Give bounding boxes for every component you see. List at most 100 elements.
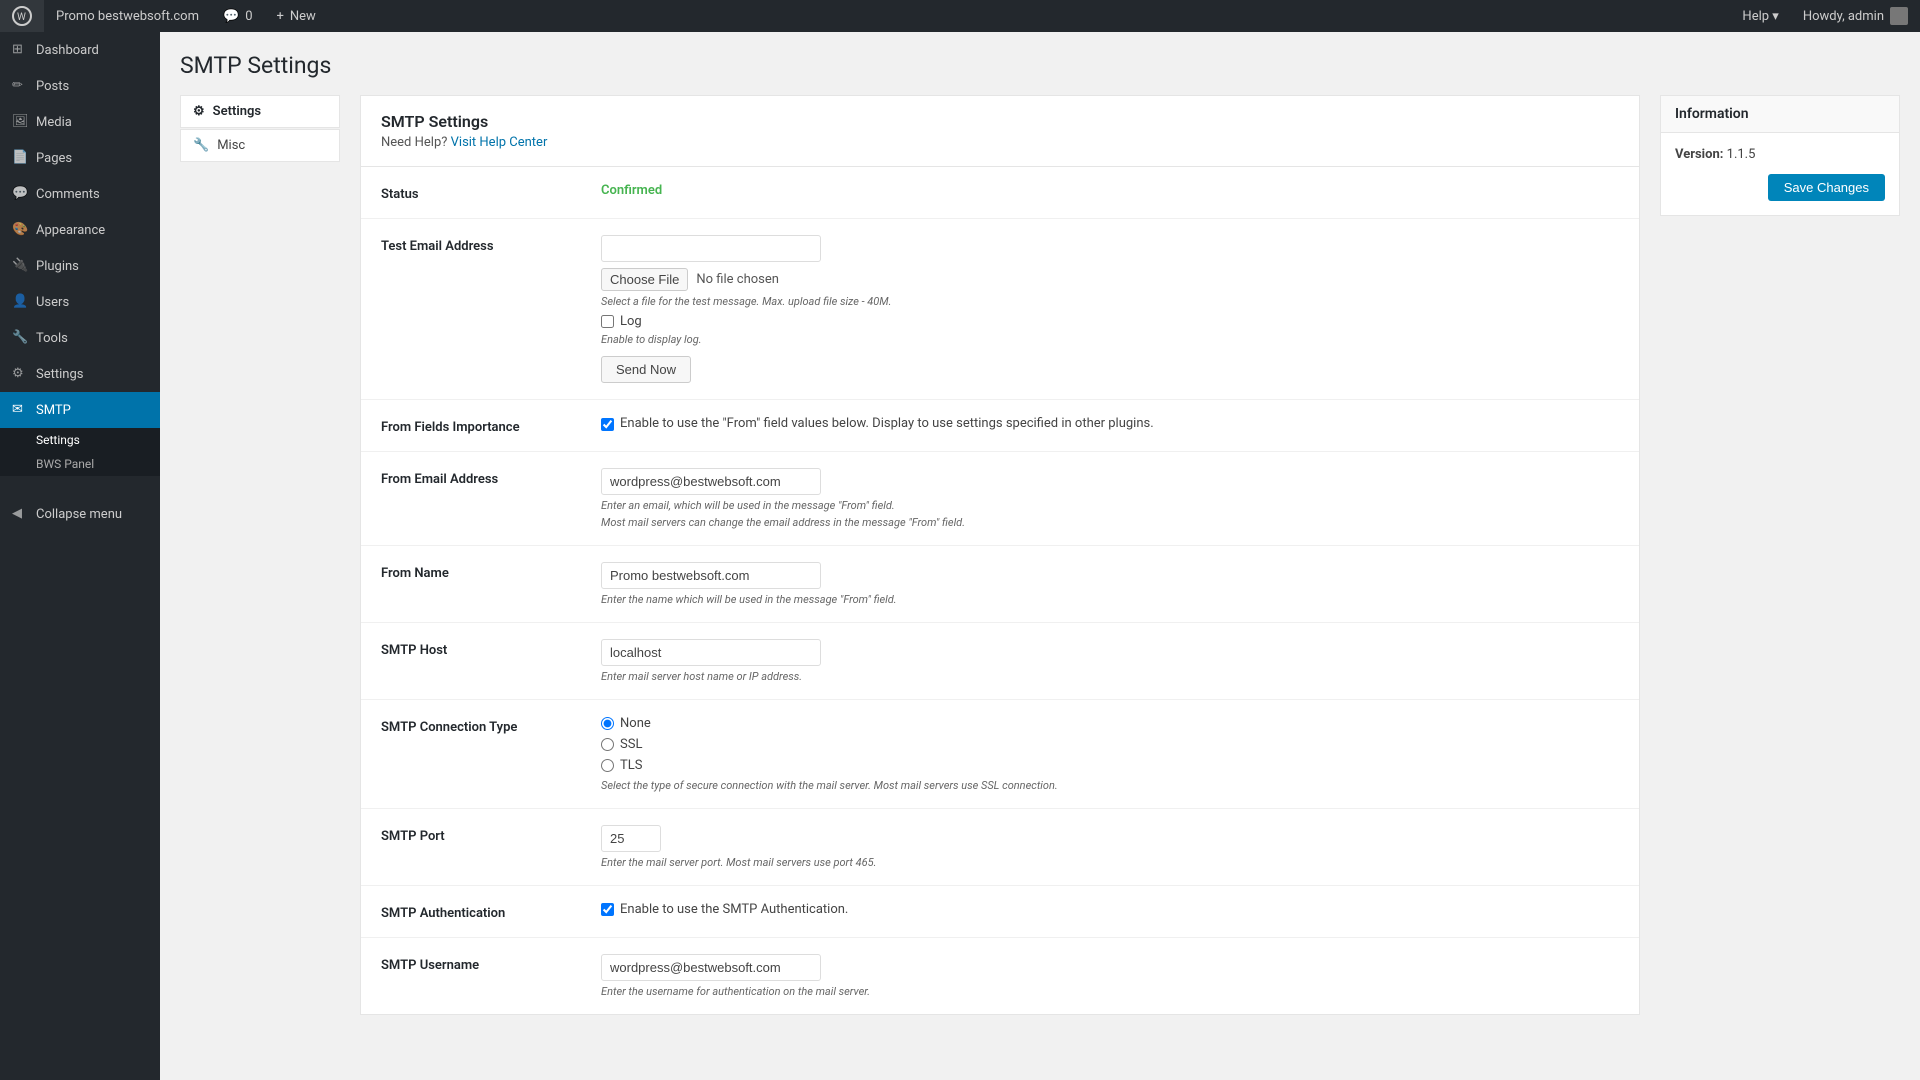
sidebar-item-plugins[interactable]: 🔌 Plugins [0,248,160,284]
wp-logo-bar-item[interactable]: W [0,0,44,32]
version-label: Version: [1675,147,1723,162]
from-email-input[interactable] [601,468,821,495]
sub-navigation: ⚙ Settings 🔧 Misc [180,95,340,163]
save-changes-button[interactable]: Save Changes [1768,174,1885,201]
smtp-auth-hint: Enable to use the SMTP Authentication. [620,902,848,917]
sidebar-sub-settings[interactable]: Settings [0,428,160,452]
smtp-port-hint: Enter the mail server port. Most mail se… [601,856,1619,869]
radio-ssl: SSL [601,737,1619,752]
log-checkbox[interactable] [601,315,614,328]
log-row: Log [601,314,1619,329]
main-panel: SMTP Settings Need Help? Visit Help Cent… [360,95,1640,1015]
smtp-icon: ✉ [12,402,28,418]
smtp-host-input[interactable] [601,639,821,666]
test-email-input[interactable] [601,235,821,262]
send-now-button[interactable]: Send Now [601,356,691,383]
sidebar-item-dashboard[interactable]: ⊞ Dashboard [0,32,160,68]
dashboard-icon: ⊞ [12,42,28,58]
smtp-connection-type-field: None SSL TLS [601,716,1619,792]
site-name: Promo bestwebsoft.com [56,9,199,24]
test-email-row: Test Email Address Choose File No file c… [361,219,1639,400]
status-label: Status [381,183,601,202]
info-card-body: Version: 1.1.5 Save Changes [1661,133,1899,215]
smtp-host-field: Enter mail server host name or IP addres… [601,639,1619,683]
sidebar-label-dashboard: Dashboard [36,43,99,58]
collapse-menu-item[interactable]: ◀ Collapse menu [0,496,160,532]
status-field: Confirmed [601,183,1619,198]
log-label: Log [620,314,642,329]
visit-help-center-link[interactable]: Visit Help Center [451,135,548,150]
site-name-bar-item[interactable]: Promo bestwebsoft.com [44,0,211,32]
smtp-port-label: SMTP Port [381,825,601,844]
smtp-auth-row: SMTP Authentication Enable to use the SM… [361,886,1639,938]
help-label: Help ▾ [1742,9,1778,24]
users-icon: 👤 [12,294,28,310]
sidebar-item-media[interactable]: 🖼 Media [0,104,160,140]
from-fields-checkbox[interactable] [601,418,614,431]
svg-text:W: W [17,12,26,23]
sidebar-label-appearance: Appearance [36,223,105,238]
smtp-auth-checkbox[interactable] [601,903,614,916]
need-help-text: Need Help? Visit Help Center [381,135,1619,150]
smtp-port-field: Enter the mail server port. Most mail se… [601,825,1619,869]
card-header: SMTP Settings Need Help? Visit Help Cent… [361,96,1639,167]
comments-count: 0 [245,9,252,24]
plugins-icon: 🔌 [12,258,28,274]
plus-icon: + [277,9,284,24]
from-email-hint2: Most mail servers can change the email a… [601,516,1619,529]
sidebar-item-users[interactable]: 👤 Users [0,284,160,320]
from-email-label: From Email Address [381,468,601,487]
radio-ssl-input[interactable] [601,738,614,751]
new-bar-item[interactable]: + New [265,0,328,32]
from-fields-hint: Enable to use the "From" field values be… [620,416,1154,431]
sidebar-item-posts[interactable]: ✏ Posts [0,68,160,104]
sidebar-item-appearance[interactable]: 🎨 Appearance [0,212,160,248]
sub-nav-misc[interactable]: 🔧 Misc [180,129,340,162]
smtp-host-row: SMTP Host Enter mail server host name or… [361,623,1639,700]
from-name-hint: Enter the name which will be used in the… [601,593,1619,606]
collapse-label: Collapse menu [36,507,122,522]
posts-icon: ✏ [12,78,28,94]
sidebar-item-settings[interactable]: ⚙ Settings [0,356,160,392]
new-label: New [290,9,316,24]
sub-nav-settings[interactable]: ⚙ Settings [180,95,340,128]
choose-file-button[interactable]: Choose File [601,268,688,291]
sidebar-label-tools: Tools [36,331,68,346]
smtp-port-input[interactable] [601,825,661,852]
from-fields-importance-row: From Fields Importance Enable to use the… [361,400,1639,452]
smtp-username-hint: Enter the username for authentication on… [601,985,1619,998]
radio-none-input[interactable] [601,717,614,730]
comments-bar-item[interactable]: 💬 0 [211,0,265,32]
status-row: Status Confirmed [361,167,1639,219]
howdy-text: Howdy, admin [1791,7,1920,25]
radio-tls-input[interactable] [601,759,614,772]
info-card: Information Version: 1.1.5 Save Changes [1660,95,1900,216]
version-text: Version: 1.1.5 [1675,147,1885,162]
sidebar-label-posts: Posts [36,79,69,94]
smtp-username-input[interactable] [601,954,821,981]
collapse-icon: ◀ [12,506,28,522]
from-email-hint1: Enter an email, which will be used in th… [601,499,1619,512]
sub-nav-misc-icon: 🔧 [193,138,209,153]
radio-none: None [601,716,1619,731]
from-name-label: From Name [381,562,601,581]
radio-tls: TLS [601,758,1619,773]
radio-tls-label: TLS [620,758,642,773]
info-card-header: Information [1661,96,1899,133]
help-bar-item[interactable]: Help ▾ [1730,0,1790,32]
sidebar-item-tools[interactable]: 🔧 Tools [0,320,160,356]
sidebar-item-pages[interactable]: 📄 Pages [0,140,160,176]
smtp-port-row: SMTP Port Enter the mail server port. Mo… [361,809,1639,886]
sidebar-item-comments[interactable]: 💬 Comments [0,176,160,212]
test-email-label: Test Email Address [381,235,601,254]
sidebar-sub-bwspanel[interactable]: BWS Panel [0,452,160,476]
from-name-input[interactable] [601,562,821,589]
page-title: SMTP Settings [180,52,1900,79]
tools-icon: 🔧 [12,330,28,346]
main-content: SMTP Settings ⚙ Settings 🔧 Misc SMTP Set… [160,32,1920,1080]
sidebar-item-smtp[interactable]: ✉ SMTP [0,392,160,428]
test-email-field: Choose File No file chosen Select a file… [601,235,1619,383]
media-icon: 🖼 [12,114,28,130]
from-email-field: Enter an email, which will be used in th… [601,468,1619,529]
settings-icon: ⚙ [12,366,28,382]
